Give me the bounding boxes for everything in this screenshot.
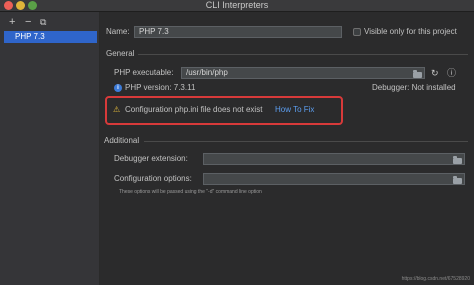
name-field[interactable]: PHP 7.3 bbox=[134, 26, 342, 38]
debugger-extension-folder-icon[interactable] bbox=[453, 156, 462, 164]
php-version-text: PHP version: 7.3.11 bbox=[125, 83, 196, 92]
debugger-extension-field[interactable] bbox=[203, 153, 465, 165]
name-label: Name: bbox=[106, 27, 130, 36]
main-panel: Name: PHP 7.3 Visible only for this proj… bbox=[100, 12, 474, 285]
php-version-info-icon: i bbox=[114, 84, 122, 92]
visible-only-label: Visible only for this project bbox=[364, 27, 457, 36]
configuration-options-label: Configuration options: bbox=[114, 174, 192, 183]
general-separator bbox=[138, 54, 468, 55]
add-icon[interactable]: + bbox=[9, 16, 15, 28]
debugger-extension-label: Debugger extension: bbox=[114, 154, 188, 163]
folder-icon[interactable] bbox=[413, 70, 422, 78]
php-executable-field[interactable]: /usr/bin/php bbox=[181, 67, 425, 79]
general-section-label: General bbox=[106, 49, 135, 58]
php-executable-label: PHP executable: bbox=[114, 68, 174, 77]
window-title: CLI Interpreters bbox=[205, 0, 269, 10]
additional-section-label: Additional bbox=[104, 136, 140, 145]
debugger-status: Debugger: Not installed bbox=[372, 83, 456, 92]
configuration-options-field[interactable] bbox=[203, 173, 465, 185]
additional-separator bbox=[144, 141, 468, 142]
configuration-options-folder-icon[interactable] bbox=[453, 176, 462, 184]
remove-icon[interactable]: − bbox=[25, 16, 31, 28]
info-icon[interactable]: ⓘ bbox=[447, 68, 456, 78]
visible-only-checkbox[interactable] bbox=[353, 28, 361, 36]
refresh-icon[interactable]: ↻ bbox=[431, 68, 439, 78]
copy-icon[interactable]: ⧉ bbox=[40, 16, 46, 28]
watermark: https://blog.csdn.net/67528920 bbox=[401, 276, 470, 282]
title-bar: CLI Interpreters bbox=[0, 0, 474, 12]
sidebar: + − ⧉ PHP 7.3 bbox=[0, 12, 100, 285]
configuration-options-hint: These options will be passed using the "… bbox=[119, 189, 262, 195]
warning-highlight-box bbox=[105, 96, 343, 125]
sidebar-item-php-7-3[interactable]: PHP 7.3 bbox=[4, 31, 97, 43]
